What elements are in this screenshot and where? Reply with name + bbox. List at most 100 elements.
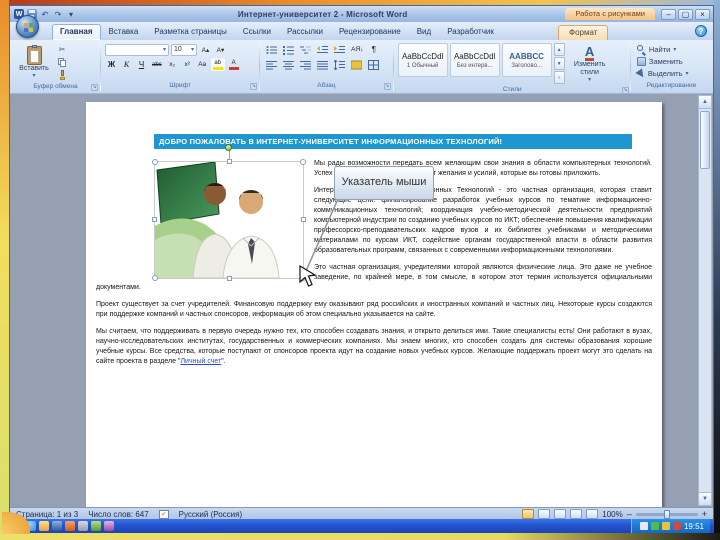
strikethrough-button[interactable]: abc (150, 58, 164, 71)
personal-account-link[interactable]: Личный счет (180, 358, 221, 365)
app-icon[interactable] (91, 521, 101, 531)
font-size-combo[interactable]: 10 ▾ (170, 43, 197, 56)
zoom-slider[interactable] (635, 509, 698, 519)
zoom-slider-thumb[interactable] (663, 509, 670, 519)
tab-insert[interactable]: Вставка (101, 24, 147, 40)
copy-button[interactable] (55, 56, 69, 68)
media-player-icon[interactable] (65, 521, 75, 531)
increase-indent-button[interactable] (332, 43, 347, 56)
paste-button[interactable]: Вставить ▾ (15, 43, 53, 81)
document-page[interactable]: ДОБРО ПОЖАЛОВАТЬ В ИНТЕРНЕТ-УНИВЕРСИТЕТ … (86, 102, 662, 507)
style-heading1[interactable]: AABBCC Заголово... (501, 43, 552, 77)
change-case-button[interactable]: Aa (196, 58, 209, 71)
shrink-font-button[interactable]: А▾ (214, 43, 227, 56)
line-spacing-button[interactable] (332, 58, 347, 71)
word-count[interactable]: Число слов: 647 (88, 510, 148, 519)
select-button[interactable]: Выделить ▾ (635, 67, 708, 80)
tray-icon[interactable] (639, 522, 648, 530)
tab-home[interactable]: Главная (52, 24, 101, 40)
shading-button[interactable] (349, 58, 364, 71)
paragraph[interactable]: Мы считаем, что поддерживать в первую оч… (96, 327, 652, 367)
redo-icon[interactable]: ↷ (53, 9, 63, 19)
resize-handle-sw[interactable] (152, 275, 158, 281)
taskbar-clock[interactable]: 19:51 (684, 522, 704, 531)
resize-handle-s[interactable] (227, 276, 232, 281)
borders-button[interactable] (366, 58, 381, 71)
word-taskbar-icon[interactable] (52, 521, 62, 531)
language-indicator[interactable]: Русский (Россия) (179, 510, 242, 519)
view-web-button[interactable] (554, 509, 567, 519)
close-button[interactable]: × (695, 8, 710, 20)
tab-review[interactable]: Рецензирование (331, 24, 409, 40)
align-left-button[interactable] (264, 58, 279, 71)
replace-button[interactable]: Заменить (635, 56, 708, 67)
align-right-button[interactable] (298, 58, 313, 71)
show-marks-button[interactable]: ¶ (367, 43, 380, 56)
resize-handle-nw[interactable] (152, 159, 158, 165)
bold-button[interactable]: Ж (105, 58, 118, 71)
grow-font-button[interactable]: А▴ (199, 43, 212, 56)
zoom-out-icon[interactable]: – (627, 509, 632, 519)
format-painter-button[interactable] (55, 69, 69, 81)
office-button[interactable] (16, 15, 39, 38)
style-no-spacing[interactable]: AaBbCcDdl Без интерв... (449, 43, 500, 77)
styles-dialog-launcher-icon[interactable]: ↘ (621, 86, 629, 94)
view-draft-button[interactable] (586, 509, 599, 519)
undo-icon[interactable]: ↶ (40, 9, 50, 19)
justify-button[interactable] (315, 58, 330, 71)
minimize-button[interactable]: – (661, 8, 676, 20)
styles-scroll-up-icon[interactable]: ▲ (553, 43, 565, 56)
tray-icon[interactable] (672, 522, 681, 530)
qat-dropdown-icon[interactable]: ▾ (66, 9, 76, 19)
selected-clipart-image[interactable] (152, 144, 306, 281)
styles-gallery-open-icon[interactable]: ▿ (553, 71, 565, 84)
decrease-indent-button[interactable] (315, 43, 330, 56)
tray-icon[interactable] (661, 522, 670, 530)
clipboard-dialog-launcher-icon[interactable]: ↘ (91, 84, 98, 91)
scrollbar-thumb[interactable] (700, 111, 710, 169)
font-name-dropdown-icon[interactable]: ▾ (163, 46, 166, 53)
change-styles-dropdown-icon[interactable]: ▾ (588, 77, 591, 84)
font-name-combo[interactable]: ▾ (104, 43, 169, 56)
vertical-scrollbar[interactable]: ▲ ▼ (698, 95, 712, 506)
folder-icon[interactable] (39, 521, 49, 531)
view-outline-button[interactable] (570, 509, 583, 519)
bullets-button[interactable] (264, 43, 279, 56)
zoom-in-icon[interactable]: + (702, 509, 707, 519)
tab-references[interactable]: Ссылки (235, 24, 279, 40)
font-dialog-launcher-icon[interactable]: ↘ (250, 83, 258, 90)
resize-handle-w[interactable] (152, 217, 157, 222)
resize-handle-e[interactable] (301, 217, 306, 222)
resize-handle-n[interactable] (227, 159, 232, 164)
italic-button[interactable]: К (120, 58, 133, 71)
maximize-button[interactable]: ▢ (678, 8, 693, 20)
zoom-level[interactable]: 100% (602, 510, 622, 519)
scroll-down-icon[interactable]: ▼ (699, 492, 711, 505)
sort-button[interactable]: АЯ↓ (349, 43, 365, 56)
change-styles-button[interactable]: А Изменить стили ▾ (567, 43, 613, 84)
subscript-button[interactable]: x₂ (166, 58, 179, 71)
page-indicator[interactable]: Страница: 1 из 3 (16, 510, 78, 519)
cut-button[interactable]: ✂ (55, 43, 69, 55)
tab-developer[interactable]: Разработчик (439, 24, 502, 40)
my-computer-icon[interactable] (78, 521, 88, 531)
font-color-button[interactable]: А (227, 58, 241, 71)
help-icon[interactable]: ? (695, 25, 707, 37)
view-print-layout-button[interactable] (522, 509, 535, 519)
view-fullscreen-button[interactable] (538, 509, 551, 519)
underline-button[interactable]: Ч (135, 58, 148, 71)
tray-shield-icon[interactable] (650, 522, 659, 530)
highlight-color-button[interactable]: ab (210, 58, 225, 71)
paragraph[interactable]: Проект существует за счет учредителей. Ф… (96, 300, 652, 320)
numbering-button[interactable] (281, 43, 296, 56)
multilevel-list-button[interactable] (298, 43, 313, 56)
resize-handle-ne[interactable] (300, 159, 306, 165)
style-normal[interactable]: AaBbCcDdl 1 Обычный (397, 43, 448, 77)
font-size-dropdown-icon[interactable]: ▾ (191, 46, 194, 53)
tab-mailings[interactable]: Рассылки (279, 24, 331, 40)
tab-format-contextual[interactable]: Формат (558, 25, 609, 40)
tab-view[interactable]: Вид (409, 24, 439, 40)
paste-dropdown-icon[interactable]: ▾ (32, 72, 35, 79)
find-button[interactable]: Найти ▾ (635, 44, 708, 56)
app-icon[interactable] (104, 521, 114, 531)
